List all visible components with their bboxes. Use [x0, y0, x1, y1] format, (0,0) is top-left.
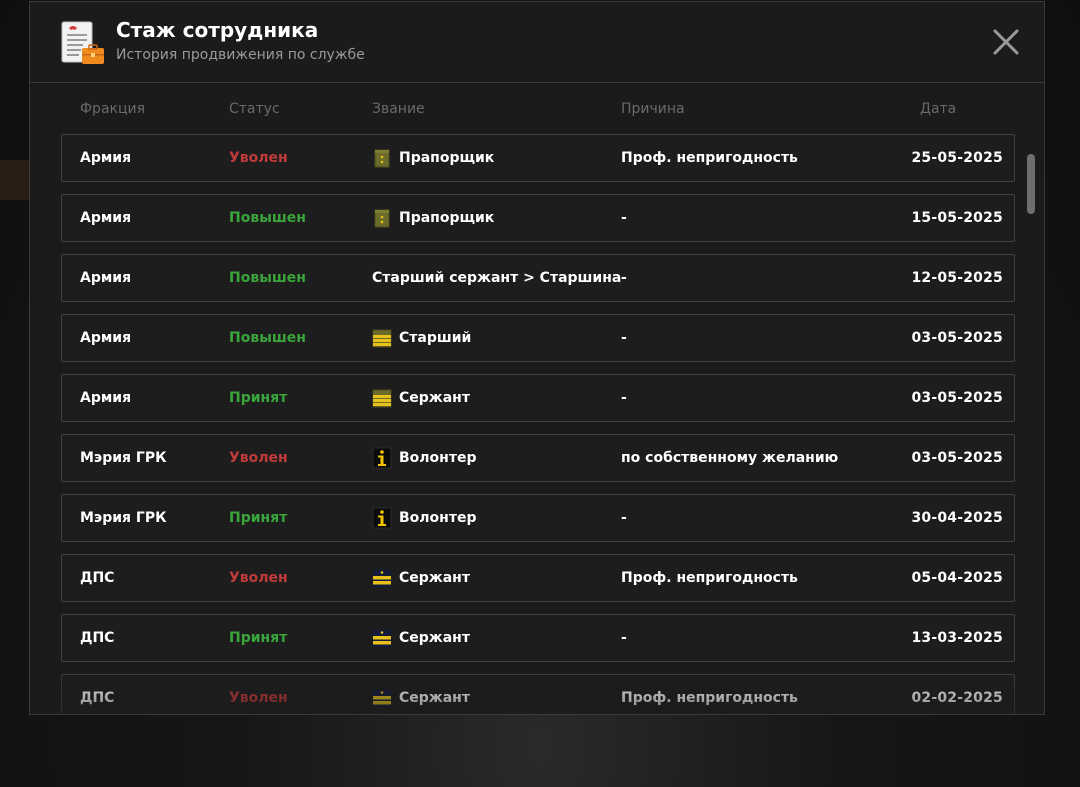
history-row[interactable]: Армия Уволен Прапорщик Проф. непригодность 2…: [61, 134, 1015, 182]
dps-stripes-icon: [373, 570, 391, 587]
faction-cell: Армия: [80, 330, 132, 346]
faction-cell: ДПС: [80, 630, 115, 646]
date-cell: 25-05-2025: [911, 150, 1003, 166]
dps-stripes-icon: [373, 690, 391, 707]
faction-cell: Армия: [80, 270, 132, 286]
history-row[interactable]: ДПС Уволен Сержант Проф. непригодность 02-02…: [61, 674, 1015, 714]
status-cell: Принят: [229, 630, 288, 646]
reason-cell: Проф. непригодность: [621, 150, 798, 166]
status-cell: Уволен: [229, 450, 288, 466]
rank-cell: Старший: [372, 315, 471, 361]
column-header-status: Статус: [229, 101, 280, 117]
rank-label: Волонтер: [399, 450, 477, 466]
faction-cell: Армия: [80, 210, 132, 226]
rank-cell: Волонтер: [372, 495, 476, 541]
army-warrant-icon: [374, 149, 390, 168]
date-cell: 03-05-2025: [911, 390, 1003, 406]
rank-cell: Прапорщик: [372, 135, 494, 181]
column-header-date: Дата: [920, 101, 957, 117]
status-cell: Повышен: [229, 270, 306, 286]
rank-label: Прапорщик: [399, 210, 495, 226]
status-cell: Уволен: [229, 690, 288, 706]
reason-cell: по собственному желанию: [621, 450, 839, 466]
column-header-rank: Звание: [372, 101, 425, 117]
modal-title: Стаж сотрудника: [116, 18, 319, 42]
rank-cell: Сержант: [372, 675, 470, 714]
reason-cell: -: [621, 270, 627, 286]
status-cell: Повышен: [229, 210, 306, 226]
faction-cell: Армия: [80, 150, 132, 166]
dps-stripes-icon: [373, 630, 391, 647]
modal-header: Стаж сотрудника История продвижения по с…: [30, 2, 1044, 83]
document-briefcase-icon: [61, 21, 104, 64]
rank-label: Сержант: [399, 630, 470, 646]
army-stripes-icon: [372, 329, 392, 348]
history-row[interactable]: Армия Принят Сержант - 03-05-2025: [61, 374, 1015, 422]
history-row[interactable]: Армия Повышен Старший сержант > Старшина - 1…: [61, 254, 1015, 302]
employee-service-history-modal: Стаж сотрудника История продвижения по с…: [29, 1, 1045, 715]
date-cell: 30-04-2025: [911, 510, 1003, 526]
faction-cell: ДПС: [80, 570, 115, 586]
reason-cell: -: [621, 630, 627, 646]
status-cell: Уволен: [229, 570, 288, 586]
rank-cell: Сержант: [372, 615, 470, 661]
close-icon[interactable]: [992, 28, 1020, 56]
rank-label: Сержант: [399, 390, 470, 406]
scrollbar-thumb[interactable]: [1027, 154, 1035, 214]
rank-cell: Сержант: [372, 555, 470, 601]
army-stripes-icon: [372, 389, 392, 408]
background-decoration: [0, 160, 30, 200]
rank-cell: Волонтер: [372, 435, 476, 481]
reason-cell: -: [621, 330, 627, 346]
faction-cell: ДПС: [80, 690, 115, 706]
date-cell: 02-02-2025: [911, 690, 1003, 706]
volunteer-info-icon: [372, 507, 392, 529]
reason-cell: -: [621, 210, 627, 226]
rank-label: Сержант: [399, 690, 470, 706]
rank-cell: Прапорщик: [372, 195, 494, 241]
volunteer-info-icon: [372, 447, 392, 469]
history-row[interactable]: Армия Повышен Прапорщик - 15-05-2025: [61, 194, 1015, 242]
history-row[interactable]: ДПС Уволен Сержант Проф. непригодность 05-04…: [61, 554, 1015, 602]
history-row[interactable]: Мэрия ГРК Принят Волонтер - 30-04-2025: [61, 494, 1015, 542]
rank-cell: Сержант: [372, 375, 470, 421]
faction-cell: Мэрия ГРК: [80, 450, 167, 466]
history-row[interactable]: Армия Повышен Старший - 03-05-2025: [61, 314, 1015, 362]
date-cell: 05-04-2025: [911, 570, 1003, 586]
rank-label: Волонтер: [399, 510, 477, 526]
status-cell: Уволен: [229, 150, 288, 166]
date-cell: 12-05-2025: [911, 270, 1003, 286]
date-cell: 03-05-2025: [911, 450, 1003, 466]
reason-cell: -: [621, 510, 627, 526]
history-row[interactable]: Мэрия ГРК Уволен Волонтер по собственному ж…: [61, 434, 1015, 482]
rank-label: Старший сержант > Старшина: [372, 270, 622, 286]
reason-cell: Проф. непригодность: [621, 690, 798, 706]
status-cell: Принят: [229, 510, 288, 526]
rank-label: Старший: [399, 330, 472, 346]
reason-cell: Проф. непригодность: [621, 570, 798, 586]
history-row[interactable]: ДПС Принят Сержант - 13-03-2025: [61, 614, 1015, 662]
column-header-reason: Причина: [621, 101, 685, 117]
army-warrant-icon: [374, 209, 390, 228]
status-cell: Повышен: [229, 330, 306, 346]
rank-label: Прапорщик: [399, 150, 495, 166]
reason-cell: -: [621, 390, 627, 406]
faction-cell: Мэрия ГРК: [80, 510, 167, 526]
column-header-faction: Фракция: [80, 101, 146, 117]
modal-subtitle: История продвижения по службе: [116, 47, 365, 63]
status-cell: Принят: [229, 390, 288, 406]
date-cell: 13-03-2025: [911, 630, 1003, 646]
faction-cell: Армия: [80, 390, 132, 406]
date-cell: 03-05-2025: [911, 330, 1003, 346]
rank-label: Сержант: [399, 570, 470, 586]
date-cell: 15-05-2025: [911, 210, 1003, 226]
rank-cell: Старший сержант > Старшина: [372, 255, 621, 301]
